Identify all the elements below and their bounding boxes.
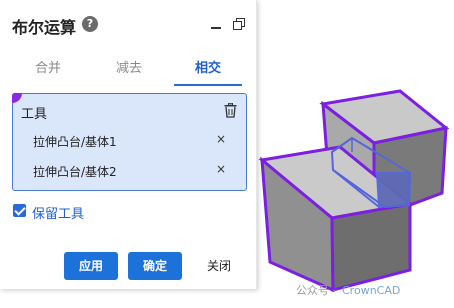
- apply-button[interactable]: 应用: [64, 252, 118, 280]
- tab-subtract[interactable]: 减去: [94, 58, 164, 80]
- remove-tool-1-icon[interactable]: ×: [216, 132, 226, 146]
- tool-item-extrude-2[interactable]: 拉伸凸台/基体2: [33, 163, 117, 180]
- active-tab-indicator: [174, 84, 242, 86]
- minimize-icon[interactable]: [211, 27, 221, 29]
- restore-window-icon[interactable]: [233, 18, 246, 31]
- watermark-prefix: 公众号 ·: [296, 284, 336, 297]
- boolean-operation-panel: 布尔运算 ? 合并 减去 相交 工具 拉伸凸台/基体1 × 拉伸凸台/基体2 ×…: [0, 0, 257, 289]
- watermark: 公众号 · CrownCAD: [296, 282, 400, 298]
- checkmark-icon: [14, 204, 26, 216]
- operation-tabs: 合并 减去 相交: [0, 58, 256, 86]
- keep-tools-checkbox[interactable]: [13, 204, 26, 217]
- tab-union[interactable]: 合并: [13, 58, 83, 80]
- confirm-button[interactable]: 确定: [128, 252, 182, 280]
- watermark-brand: CrownCAD: [342, 284, 401, 297]
- tools-selection-box[interactable]: 工具 拉伸凸台/基体1 × 拉伸凸台/基体2 ×: [12, 93, 247, 191]
- help-icon[interactable]: ?: [82, 16, 98, 32]
- panel-title: 布尔运算: [12, 18, 77, 37]
- keep-tools-label[interactable]: 保留工具: [32, 203, 84, 222]
- selection-corner-marker: [12, 93, 22, 103]
- trash-icon[interactable]: [224, 103, 237, 118]
- tools-label: 工具: [21, 107, 48, 122]
- remove-tool-2-icon[interactable]: ×: [216, 162, 226, 176]
- tool-item-extrude-1[interactable]: 拉伸凸台/基体1: [33, 133, 117, 150]
- close-button[interactable]: 关闭: [192, 252, 246, 280]
- tab-intersect[interactable]: 相交: [173, 58, 243, 80]
